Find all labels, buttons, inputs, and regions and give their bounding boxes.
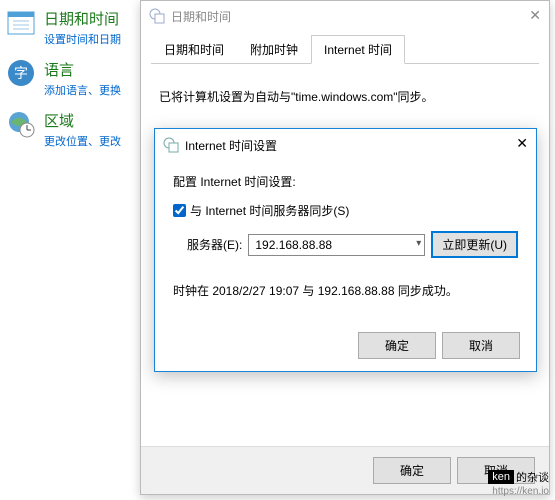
update-now-button[interactable]: 立即更新(U) (431, 231, 518, 258)
sync-checkbox-label: 与 Internet 时间服务器同步(S) (190, 202, 349, 219)
sidebar-sub[interactable]: 更改位置、更改 (44, 133, 121, 149)
ok-button[interactable]: 确定 (358, 332, 436, 359)
chevron-down-icon[interactable]: ▾ (416, 238, 421, 249)
svg-text:字: 字 (14, 65, 28, 81)
server-label: 服务器(E): (187, 236, 242, 253)
tab-additional-clocks[interactable]: 附加时钟 (237, 35, 311, 64)
watermark-badge: ken (488, 470, 514, 484)
sidebar-item-language[interactable]: 字 语言 添加语言、更换 (6, 59, 134, 98)
window-titlebar: 日期和时间 ✕ (141, 1, 549, 31)
server-row: 服务器(E): ▾ 立即更新(U) (173, 231, 518, 258)
watermark-url: https://ken.io (488, 486, 549, 497)
tab-datetime[interactable]: 日期和时间 (151, 35, 237, 64)
dialog-title: Internet 时间设置 (185, 137, 277, 154)
language-icon: 字 (6, 59, 36, 87)
sync-description: 已将计算机设置为自动与"time.windows.com"同步。 (141, 64, 549, 123)
control-panel-sidebar: 日期和时间 设置时间和日期 字 语言 添加语言、更换 区域 更改位置、更改 (0, 0, 140, 169)
dialog-body: 配置 Internet 时间设置: 与 Internet 时间服务器同步(S) … (155, 161, 536, 323)
close-icon[interactable]: ✕ (516, 135, 528, 152)
cancel-button[interactable]: 取消 (442, 332, 520, 359)
watermark-text: 的杂谈 (516, 469, 549, 485)
dialog-heading: 配置 Internet 时间设置: (173, 173, 518, 190)
sidebar-sub[interactable]: 添加语言、更换 (44, 82, 121, 98)
dialog-footer: 确定 取消 (358, 332, 520, 359)
datetime-icon (163, 137, 179, 153)
tab-internet-time[interactable]: Internet 时间 (311, 35, 405, 64)
dialog-titlebar: Internet 时间设置 ✕ (155, 129, 536, 161)
sidebar-title: 区域 (44, 110, 121, 131)
close-icon[interactable]: ✕ (529, 7, 541, 24)
calendar-icon (6, 8, 36, 36)
sidebar-item-region[interactable]: 区域 更改位置、更改 (6, 110, 134, 149)
ok-button[interactable]: 确定 (373, 457, 451, 484)
server-combobox[interactable]: ▾ (248, 234, 425, 256)
sidebar-item-datetime[interactable]: 日期和时间 设置时间和日期 (6, 8, 134, 47)
sidebar-title: 日期和时间 (44, 8, 121, 29)
datetime-icon (149, 8, 165, 24)
sync-checkbox-row[interactable]: 与 Internet 时间服务器同步(S) (173, 202, 518, 219)
window-title: 日期和时间 (171, 8, 231, 25)
server-input[interactable] (248, 234, 425, 256)
sidebar-sub[interactable]: 设置时间和日期 (44, 31, 121, 47)
sync-checkbox[interactable] (173, 204, 186, 217)
sidebar-title: 语言 (44, 59, 121, 80)
watermark: ken 的杂谈 https://ken.io (488, 469, 549, 497)
tab-row: 日期和时间 附加时钟 Internet 时间 (141, 35, 549, 64)
internet-time-settings-dialog: Internet 时间设置 ✕ 配置 Internet 时间设置: 与 Inte… (154, 128, 537, 372)
sync-status: 时钟在 2018/2/27 19:07 与 192.168.88.88 同步成功… (173, 282, 518, 299)
globe-clock-icon (6, 110, 36, 138)
